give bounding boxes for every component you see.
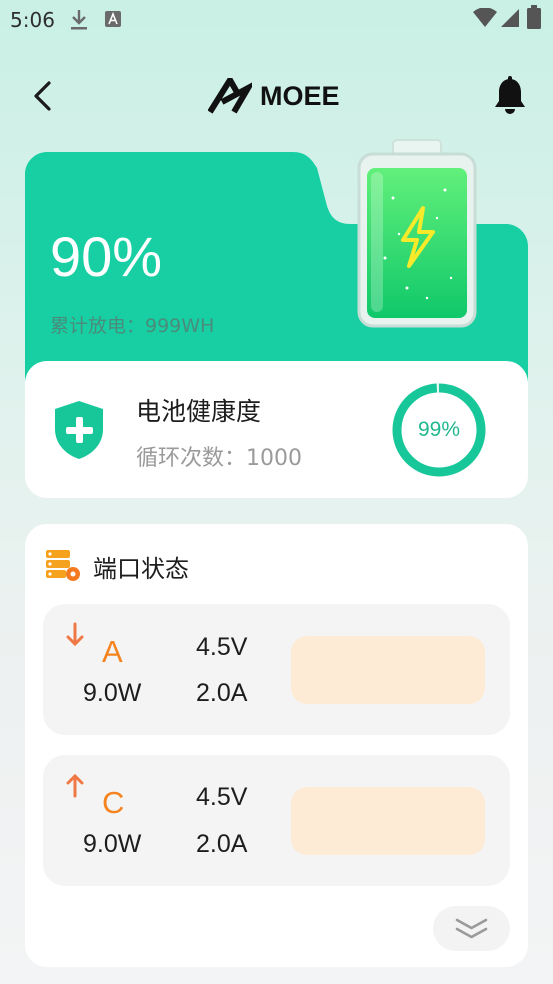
back-button[interactable] (28, 78, 58, 114)
port-current: 2.0A (196, 830, 248, 858)
port-voltage: 4.5V (196, 633, 248, 661)
bell-icon[interactable] (492, 76, 528, 116)
port-status-bar (291, 787, 485, 855)
port-current: 2.0A (196, 679, 248, 707)
double-chevron-down-icon (455, 918, 488, 939)
brand-name: MOEE (260, 80, 340, 111)
battery-percent: 90% (50, 225, 163, 288)
port-voltage: 4.5V (196, 783, 248, 811)
port-status-card (25, 524, 528, 967)
cellular-signal-icon (501, 9, 519, 27)
port-letter: A (102, 634, 123, 669)
port-status-bar (291, 636, 485, 704)
arrow-down-icon (66, 622, 84, 647)
battery-charging-icon (357, 139, 477, 328)
status-time: 5:06 (10, 8, 55, 32)
arrow-up-icon (66, 773, 84, 798)
port-status-title: 端口状态 (93, 555, 189, 583)
cumulative-discharge: 累计放电：999WH (50, 315, 215, 337)
port-status-icon (46, 550, 80, 581)
brand-logo: MOEE (208, 76, 340, 116)
wifi-icon (473, 8, 497, 27)
port-power: 9.0W (83, 830, 142, 858)
battery-icon (527, 5, 541, 29)
health-title: 电池健康度 (136, 397, 262, 426)
download-icon (71, 10, 87, 30)
shield-plus-icon (55, 401, 103, 459)
cycle-count: 循环次数：1000 (136, 446, 302, 471)
expand-button[interactable] (433, 906, 510, 951)
moee-logo-icon (208, 78, 252, 114)
port-letter: C (102, 785, 125, 820)
port-power: 9.0W (83, 679, 142, 707)
status-bar: 5:06 (0, 0, 553, 38)
health-percent: 99% (417, 418, 461, 441)
app-notification-icon (105, 11, 121, 27)
